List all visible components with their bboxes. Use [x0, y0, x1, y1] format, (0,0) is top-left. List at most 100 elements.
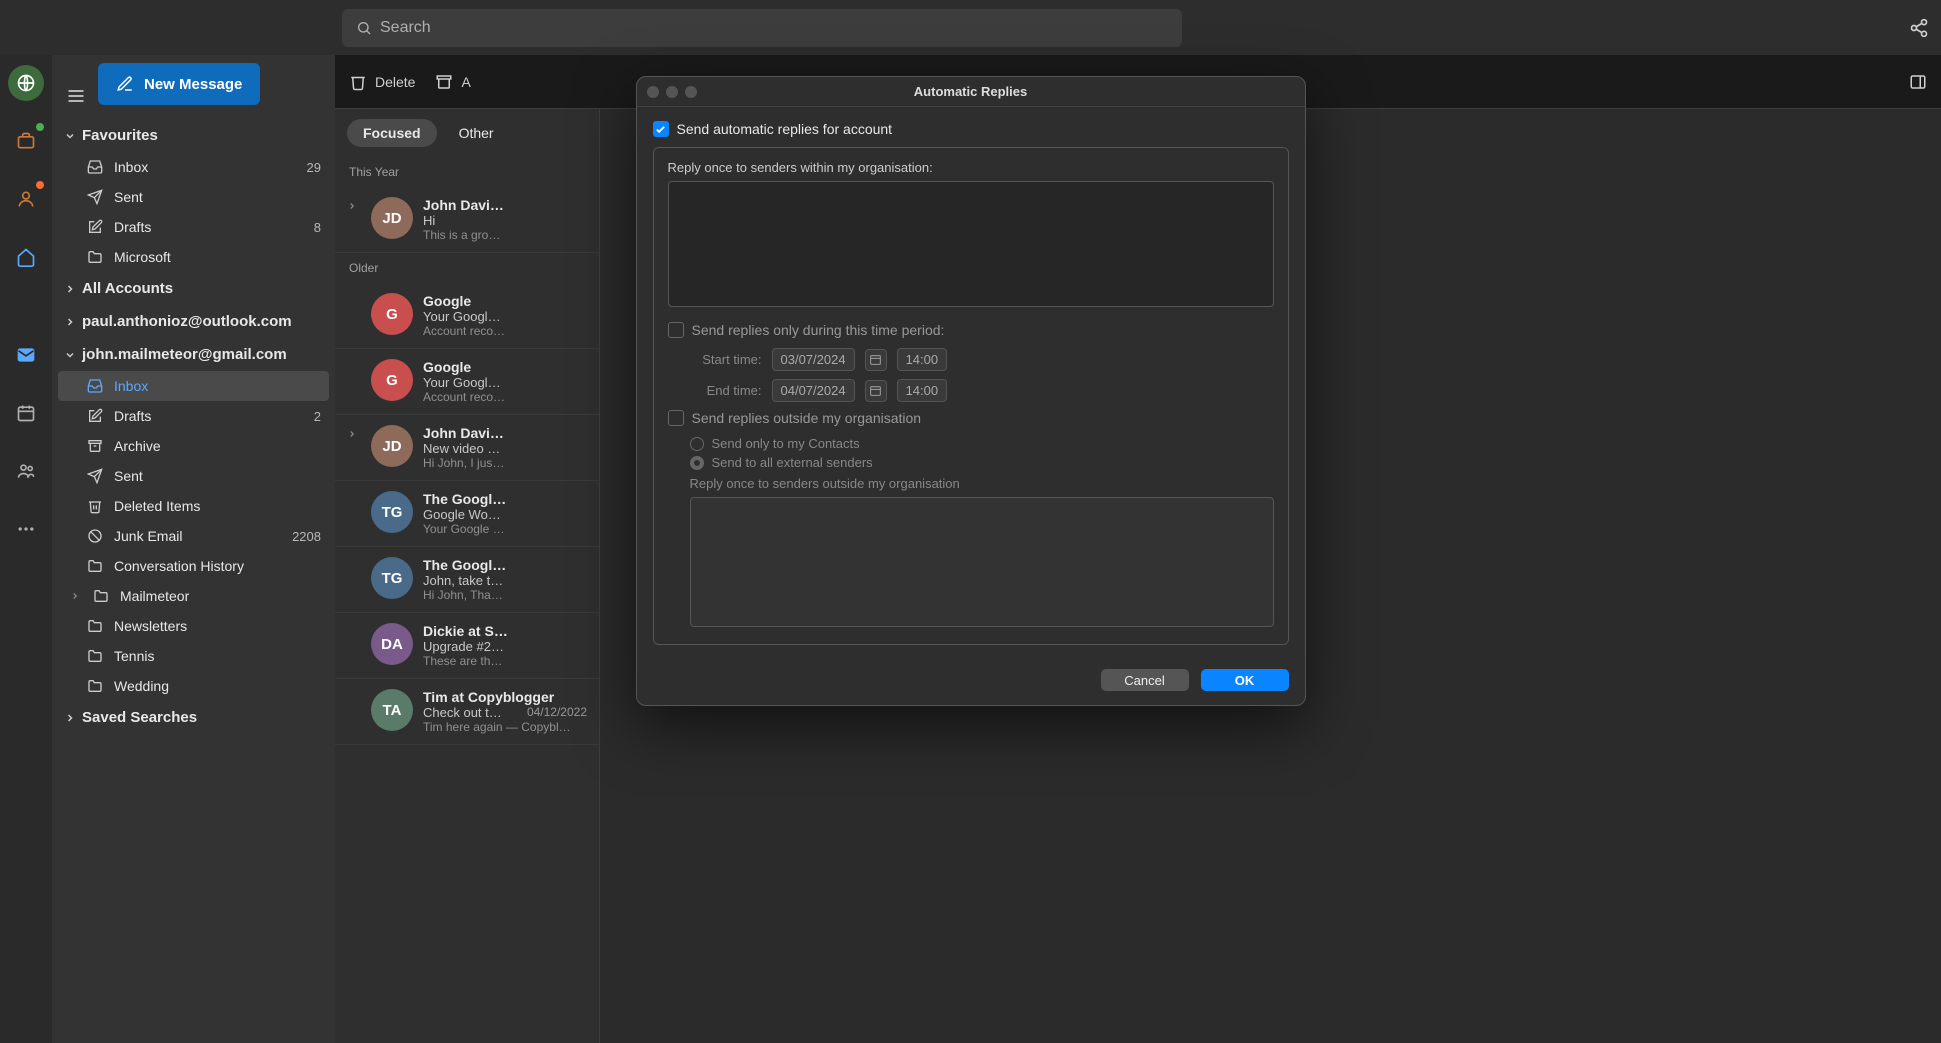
folder-newsletters[interactable]: Newsletters [58, 611, 329, 641]
reply-within-textarea[interactable] [668, 181, 1274, 307]
message-sender: John Davi… [423, 425, 587, 441]
person-icon[interactable] [8, 181, 44, 217]
end-time-field[interactable]: 14:00 [897, 379, 948, 402]
chevron-right-icon [64, 283, 76, 295]
folder-microsoft-fav[interactable]: Microsoft [58, 242, 329, 272]
send-auto-label: Send automatic replies for account [677, 121, 893, 137]
folder-mailmeteor[interactable]: Mailmeteor [58, 581, 329, 611]
sent-icon [86, 468, 104, 484]
message-sender: John Davi… [423, 197, 587, 213]
new-message-button[interactable]: New Message [98, 63, 260, 105]
avatar: JD [371, 425, 413, 467]
archive-icon [435, 73, 453, 91]
hamburger-icon[interactable] [58, 76, 98, 106]
outside-org-checkbox[interactable] [668, 410, 684, 426]
mail-icon[interactable] [8, 337, 44, 373]
message-sender: The Googl… [423, 557, 587, 573]
section-favourites[interactable]: Favourites [58, 119, 329, 152]
message-date: 04/12/2022 [521, 705, 587, 720]
section-older: Older [335, 253, 599, 283]
folder-tennis[interactable]: Tennis [58, 641, 329, 671]
calendar-icon[interactable] [8, 395, 44, 431]
avatar: TG [371, 491, 413, 533]
start-date-field[interactable]: 03/07/2024 [772, 348, 855, 371]
new-message-label: New Message [144, 76, 242, 93]
message-subject: Upgrade #2… [423, 639, 504, 654]
end-time-label: End time: [690, 383, 762, 398]
message-item[interactable]: G Google Your Googl… Account reco… [335, 349, 599, 415]
folder-conversation-history[interactable]: Conversation History [58, 551, 329, 581]
avatar: TG [371, 557, 413, 599]
message-subject: Your Googl… [423, 375, 501, 390]
avatar: DA [371, 623, 413, 665]
tab-other[interactable]: Other [443, 119, 510, 147]
home-icon[interactable] [8, 239, 44, 275]
cancel-button[interactable]: Cancel [1101, 669, 1189, 691]
folder-drafts[interactable]: Drafts 2 [58, 401, 329, 431]
end-date-field[interactable]: 04/07/2024 [772, 379, 855, 402]
chevron-right-icon[interactable] [347, 197, 361, 242]
section-acct-john[interactable]: john.mailmeteor@gmail.com [58, 338, 329, 371]
section-this-year: This Year [335, 157, 599, 187]
message-sender: The Googl… [423, 491, 587, 507]
folder-pane: New Message Favourites Inbox 29 Sent Dra… [52, 55, 335, 1043]
message-sender: Google [423, 293, 587, 309]
reply-outside-textarea[interactable] [690, 497, 1274, 627]
folder-archive[interactable]: Archive [58, 431, 329, 461]
section-all-accounts[interactable]: All Accounts [58, 272, 329, 305]
start-time-field[interactable]: 14:00 [897, 348, 948, 371]
chevron-right-icon [64, 712, 76, 724]
section-acct-paul[interactable]: paul.anthonioz@outlook.com [58, 305, 329, 338]
people-icon[interactable] [8, 453, 44, 489]
folder-sent[interactable]: Sent [58, 461, 329, 491]
message-subject: Check out t… [423, 705, 502, 720]
time-period-label: Send replies only during this time perio… [692, 322, 945, 338]
folder-sent-fav[interactable]: Sent [58, 182, 329, 212]
message-item[interactable]: JD John Davi… Hi This is a gro… [335, 187, 599, 253]
calendar-icon[interactable] [865, 380, 887, 402]
folder-icon [86, 678, 104, 694]
globe-icon[interactable] [8, 65, 44, 101]
avatar: G [371, 293, 413, 335]
search-field[interactable]: Search [342, 9, 1182, 47]
message-preview: These are th… [423, 654, 587, 668]
more-icon[interactable] [8, 511, 44, 547]
send-auto-checkbox[interactable] [653, 121, 669, 137]
archive-button[interactable]: A [435, 73, 470, 91]
calendar-icon[interactable] [865, 349, 887, 371]
message-item[interactable]: JD John Davi… New video … Hi John, I jus… [335, 415, 599, 481]
message-item[interactable]: TA Tim at Copyblogger Check out t…04/12/… [335, 679, 599, 745]
message-item[interactable]: TG The Googl… John, take t… Hi John, Tha… [335, 547, 599, 613]
folder-inbox-fav[interactable]: Inbox 29 [58, 152, 329, 182]
search-icon [356, 20, 372, 36]
folder-deleted[interactable]: Deleted Items [58, 491, 329, 521]
share-icon[interactable] [1909, 18, 1929, 38]
reply-outside-label: Reply once to senders outside my organis… [690, 476, 1274, 491]
chevron-right-icon[interactable] [347, 425, 361, 470]
chevron-down-icon [64, 130, 76, 142]
panel-toggle-icon[interactable] [1909, 73, 1927, 91]
section-saved-searches[interactable]: Saved Searches [58, 701, 329, 734]
folder-icon [92, 588, 110, 604]
message-sender: Google [423, 359, 587, 375]
time-period-checkbox[interactable] [668, 322, 684, 338]
folder-junk[interactable]: Junk Email 2208 [58, 521, 329, 551]
message-item[interactable]: TG The Googl… Google Wo… Your Google … [335, 481, 599, 547]
folder-drafts-fav[interactable]: Drafts 8 [58, 212, 329, 242]
message-item[interactable]: DA Dickie at S… Upgrade #2… These are th… [335, 613, 599, 679]
only-contacts-radio[interactable] [690, 437, 704, 451]
automatic-replies-dialog: Automatic Replies Send automatic replies… [636, 76, 1306, 706]
all-external-radio[interactable] [690, 456, 704, 470]
tab-focused[interactable]: Focused [347, 119, 437, 147]
folder-icon [86, 618, 104, 634]
trash-icon [349, 73, 367, 91]
ok-button[interactable]: OK [1201, 669, 1289, 691]
junk-icon [86, 528, 104, 544]
message-item[interactable]: G Google Your Googl… Account reco… [335, 283, 599, 349]
folder-icon [86, 249, 104, 265]
delete-button[interactable]: Delete [349, 73, 415, 91]
briefcase-icon[interactable] [8, 123, 44, 159]
folder-inbox[interactable]: Inbox [58, 371, 329, 401]
message-preview: Hi John, Tha… [423, 588, 587, 602]
folder-wedding[interactable]: Wedding [58, 671, 329, 701]
